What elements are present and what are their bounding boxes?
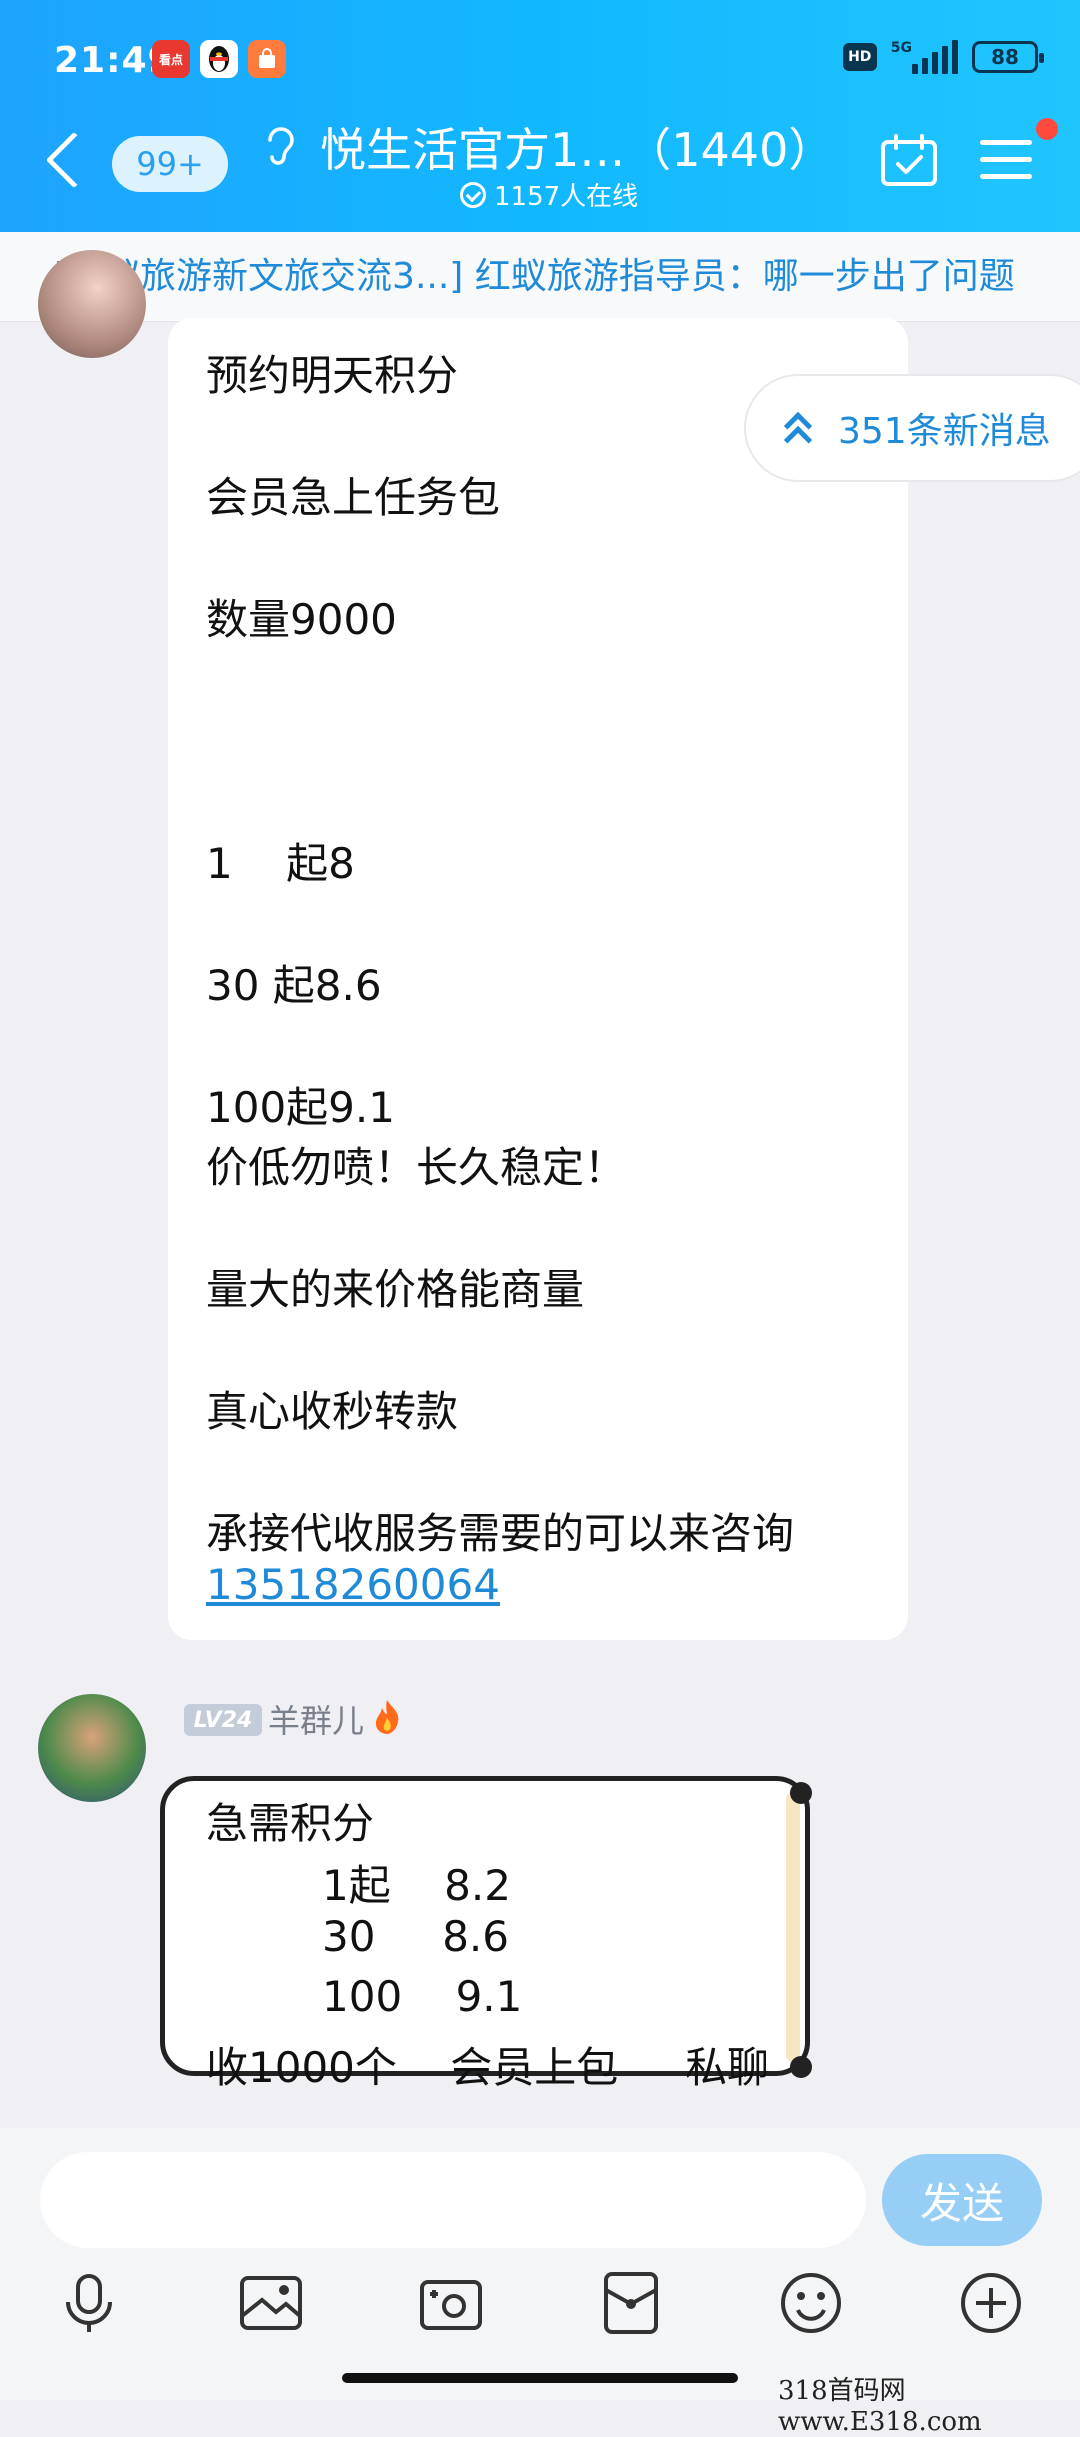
message-line: 100 9.1 <box>322 1972 523 2021</box>
status-icons: HD 5G 88 <box>842 40 1044 74</box>
camera-icon[interactable] <box>416 2268 486 2338</box>
hd-icon: HD <box>842 43 877 71</box>
phone-link[interactable]: 13518260064 <box>206 1560 500 1609</box>
calendar-check-icon[interactable] <box>880 134 938 186</box>
avatar[interactable] <box>38 1694 146 1802</box>
message-line: 承接代收服务需要的可以来咨询 <box>206 1509 795 1558</box>
watermark: 318首码网 www.E318.com <box>778 2376 982 2437</box>
bubble-decoration <box>786 1792 800 2062</box>
image-icon[interactable] <box>236 2268 306 2338</box>
message-line: 预约明天积分 <box>206 351 459 400</box>
message-line: 100起9.1 <box>206 1083 395 1132</box>
message-line: 会员急上任务包 <box>206 473 501 522</box>
message-line: 真心收秒转款 <box>206 1387 459 1436</box>
new-messages-label: 351条新消息 <box>838 411 1051 452</box>
level-badge: LV24 <box>184 1704 262 1736</box>
shopping-app-icon <box>248 40 286 78</box>
message-line: 收1000个 会员上包 私聊 <box>206 2043 770 2092</box>
check-circle-icon <box>460 181 486 208</box>
battery-icon: 88 <box>972 41 1044 73</box>
group-title[interactable]: 悦生活官方1…（1440） <box>320 114 834 180</box>
message-line: 数量9000 <box>206 595 397 644</box>
message-line: 30 8.6 <box>322 1912 509 1961</box>
unread-badge[interactable]: 99+ <box>112 136 228 192</box>
pinned-message[interactable]: [红蚁旅游新文旅交流3...] 红蚁旅游指导员：哪一步出了问题 <box>0 232 1080 322</box>
double-chevron-up-icon <box>782 408 816 455</box>
microphone-icon[interactable] <box>54 2268 124 2338</box>
online-status: 1157人在线 <box>460 176 638 213</box>
message-line: 量大的来价格能商量 <box>206 1265 585 1314</box>
panda-decoration <box>790 2056 812 2078</box>
message-input[interactable] <box>40 2152 866 2248</box>
home-indicator[interactable] <box>342 2373 738 2383</box>
red-packet-icon[interactable] <box>596 2268 666 2338</box>
fire-icon <box>375 1700 399 1734</box>
message-line: 1起 8.2 <box>322 1861 511 1910</box>
qq-penguin-icon <box>200 40 238 78</box>
ear-icon[interactable] <box>262 124 300 170</box>
message-line: 30 起8.6 <box>206 961 382 1010</box>
plus-icon[interactable] <box>956 2268 1026 2338</box>
back-arrow-icon[interactable] <box>45 131 103 189</box>
message-line: 急需积分 <box>206 1799 375 1848</box>
message-line: 1 起8 <box>206 839 355 888</box>
notification-dot <box>1036 118 1058 140</box>
online-count: 1157人在线 <box>494 182 639 212</box>
new-messages-button[interactable]: 351条新消息 <box>744 374 1080 482</box>
message-line: 价低勿喷！长久稳定！ <box>206 1143 627 1192</box>
send-button[interactable]: 发送 <box>882 2154 1042 2246</box>
avatar[interactable] <box>38 250 146 358</box>
news-app-icon: 看点 <box>152 40 190 78</box>
network-type: 5G <box>890 40 912 56</box>
chat-header: 21:49 看点 HD 5G 88 99+ 悦生活官方1…（1440） 1157… <box>0 0 1080 232</box>
sender-name[interactable]: 羊群儿 <box>268 1696 364 1742</box>
status-bar: 21:49 看点 HD 5G 88 <box>0 0 1080 120</box>
panda-decoration <box>790 1782 812 1804</box>
emoji-icon[interactable] <box>776 2268 846 2338</box>
menu-icon[interactable] <box>980 140 1032 182</box>
signal-icon: 5G <box>891 40 958 74</box>
